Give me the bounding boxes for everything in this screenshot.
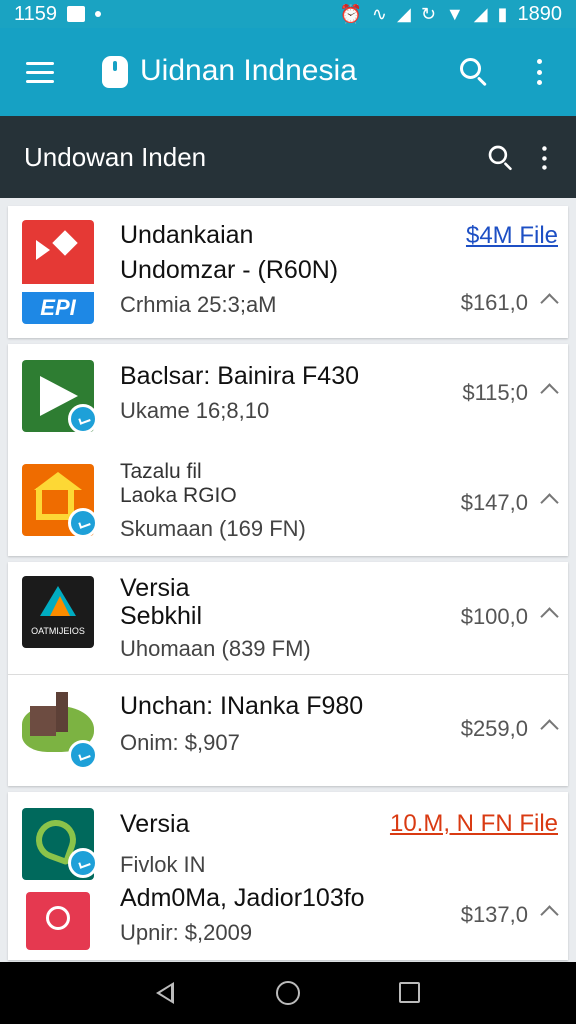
alarm-icon: ⏰ — [339, 4, 362, 24]
file-size-link[interactable]: $4M File — [466, 222, 558, 250]
item-subtitle: Laoka RGIO — [120, 484, 237, 507]
system-nav-bar — [0, 962, 576, 1024]
item-meta: Skumaan (169 FN) — [120, 516, 306, 541]
list-item[interactable]: OATMIJEIOS Versia Sebkhil Uhomaan (839 F… — [8, 562, 568, 674]
vibrate-icon: ∿ — [371, 4, 387, 24]
wifi-icon: ▼ — [445, 4, 464, 24]
thumbnail-image: EPI — [22, 220, 94, 324]
thumbnail-label: EPI — [22, 292, 94, 324]
list-item[interactable]: Baclsar: Bainira F430 Ukame 16;8,10 $115… — [8, 344, 568, 450]
app-bar: Uidnan Indnesia — [0, 28, 576, 116]
verified-badge-icon — [68, 508, 98, 538]
list-item[interactable]: Tazalu fil Laoka RGIO Skumaan (169 FN) $… — [8, 450, 568, 556]
chevron-up-icon[interactable] — [538, 288, 560, 310]
item-price: $259,0 — [460, 716, 528, 741]
verified-badge-icon — [68, 404, 98, 434]
item-subtitle: Sebkhil — [120, 602, 202, 630]
item-title: Versia — [120, 574, 190, 602]
item-meta: Uhomaan (839 FM) — [120, 636, 311, 661]
item-title: Tazalu fil — [120, 460, 202, 483]
chevron-up-icon[interactable] — [538, 488, 560, 510]
back-icon[interactable] — [156, 982, 174, 1004]
dot-icon — [95, 11, 102, 17]
item-price: $161,0 — [460, 290, 528, 315]
verified-badge-icon — [68, 848, 98, 878]
item-meta: Upnir: $,2009 — [120, 920, 253, 945]
item-title: Adm0Ma, Jadior103fo — [120, 884, 365, 912]
item-title: Unchan: INanka F980 — [120, 692, 364, 720]
status-clock: 1890 — [517, 2, 563, 25]
item-price: $147,0 — [460, 490, 528, 515]
home-icon[interactable] — [276, 981, 300, 1005]
app-logo-icon — [102, 56, 128, 88]
item-meta: Ukame 16;8,10 — [120, 398, 270, 423]
item-price: $100,0 — [460, 604, 528, 629]
signal-2-icon: ◢ — [473, 4, 488, 24]
listing-card: Baclsar: Bainira F430 Ukame 16;8,10 $115… — [8, 344, 568, 556]
item-title: Undankaian — [120, 221, 254, 249]
more-vert-icon[interactable] — [535, 59, 543, 85]
list-item[interactable]: Unchan: INanka F980 Onim: $,907 $259,0 — [8, 674, 568, 786]
list-item[interactable]: Versia Fivlok IN 10.M, N FN File — [8, 792, 568, 880]
search-icon[interactable] — [488, 145, 514, 171]
list-item[interactable]: Adm0Ma, Jadior103fo Upnir: $,2009 $137,0 — [8, 878, 568, 960]
item-price: $115;0 — [462, 380, 528, 405]
item-meta: Crhmia 25:3;aM — [120, 292, 277, 317]
item-meta: Onim: $,907 — [120, 730, 240, 755]
recents-icon[interactable] — [399, 982, 420, 1003]
sub-header: Undowan Inden — [0, 116, 576, 198]
thumbnail-image — [22, 892, 94, 950]
chevron-up-icon[interactable] — [538, 714, 560, 736]
file-size-link[interactable]: 10.M, N FN File — [390, 810, 558, 838]
item-price: $137,0 — [460, 902, 528, 927]
signal-icon: ◢ — [396, 4, 411, 24]
item-title: Versia — [120, 810, 190, 838]
item-title: Baclsar: Bainira F430 — [120, 362, 360, 390]
menu-icon[interactable] — [26, 62, 54, 84]
status-time: 1159 — [14, 2, 58, 25]
sync-icon: ↻ — [420, 4, 436, 24]
listing-card: EPI Undankaian Undomzar - (R60N) Crhmia … — [8, 206, 568, 338]
listing-card: Versia Fivlok IN 10.M, N FN File Adm0Ma,… — [8, 792, 568, 960]
item-subtitle: Undomzar - (R60N) — [120, 256, 339, 284]
verified-badge-icon — [68, 740, 98, 770]
status-left: 1159 — [14, 2, 102, 26]
battery-icon: ▮ — [497, 4, 508, 24]
status-right: ⏰ ∿ ◢ ↻ ▼ ◢ ▮ 1890 — [339, 3, 562, 26]
item-subtitle: Fivlok IN — [120, 852, 206, 877]
list-item[interactable]: EPI Undankaian Undomzar - (R60N) Crhmia … — [8, 206, 568, 338]
more-vert-icon[interactable] — [540, 146, 547, 170]
image-icon — [67, 6, 86, 22]
chevron-up-icon[interactable] — [538, 900, 560, 922]
thumbnail-image: OATMIJEIOS — [22, 576, 94, 648]
status-bar: 1159 ⏰ ∿ ◢ ↻ ▼ ◢ ▮ 1890 — [0, 0, 576, 28]
thumbnail-label: OATMIJEIOS — [31, 626, 85, 636]
chevron-up-icon[interactable] — [538, 602, 560, 624]
section-title: Undowan Inden — [24, 142, 207, 172]
search-icon[interactable] — [460, 58, 488, 87]
listing-card: OATMIJEIOS Versia Sebkhil Uhomaan (839 F… — [8, 562, 568, 786]
app-title: Uidnan Indnesia — [140, 54, 357, 87]
chevron-up-icon[interactable] — [538, 378, 560, 400]
